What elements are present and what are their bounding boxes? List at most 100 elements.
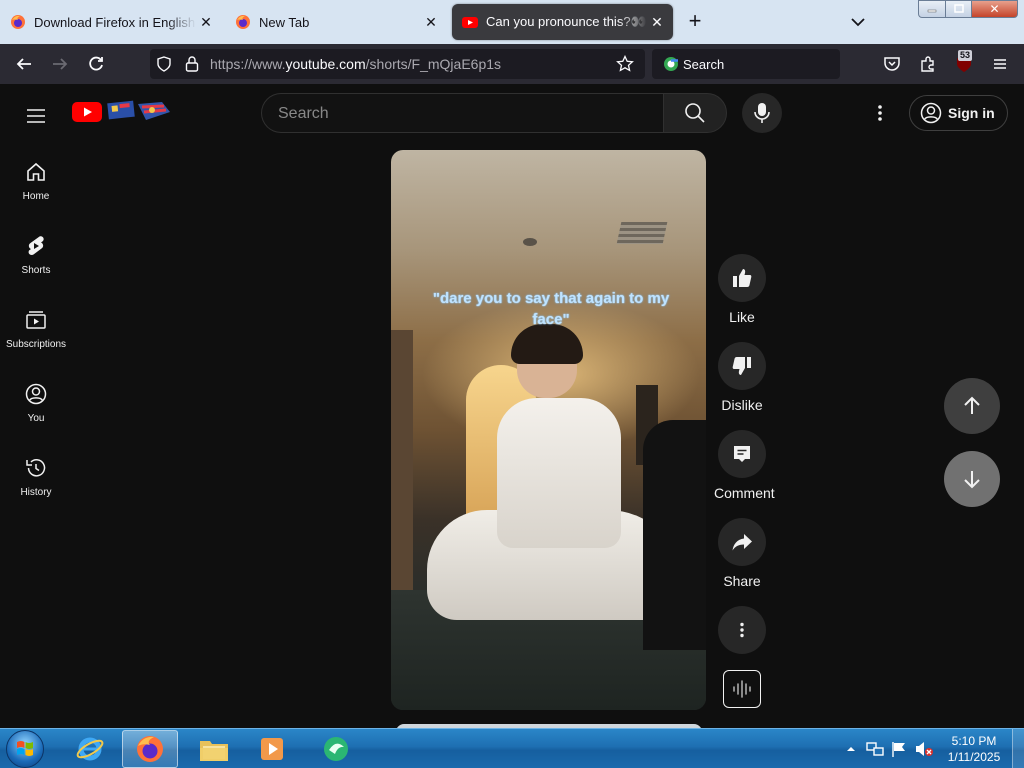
windows-taskbar: 5:10 PM 1/11/2025 [0, 728, 1024, 768]
pocket-icon [884, 57, 900, 71]
guide-item-shorts[interactable]: Shorts [0, 234, 72, 308]
taskbar-app[interactable] [308, 730, 364, 768]
browser-nav-bar: https://www.youtube.com/shorts/F_mQjaE6p… [0, 44, 1024, 84]
browser-search-bar[interactable]: Search [652, 49, 840, 79]
window-restore-button[interactable] [945, 0, 972, 18]
close-tab-icon[interactable]: ✕ [196, 14, 216, 31]
extensions-button[interactable] [916, 52, 940, 76]
comment-circle[interactable] [718, 430, 766, 478]
more-vert-icon [740, 622, 744, 638]
list-all-tabs-icon[interactable] [846, 10, 870, 34]
windows-logo-icon [17, 741, 33, 756]
search-bar-label: Search [683, 57, 725, 72]
account-circle-icon [920, 102, 942, 124]
voice-search-button[interactable] [742, 93, 782, 133]
guide-label: You [27, 413, 45, 424]
volume-muted-icon[interactable] [914, 740, 934, 758]
youtube-doodle-icon[interactable] [106, 98, 172, 124]
thumbs-down-icon [732, 357, 751, 375]
sound-button[interactable] [723, 670, 761, 708]
show-hidden-icons-icon[interactable] [846, 744, 856, 754]
window-close-button[interactable]: ✕ [971, 0, 1018, 18]
reload-icon [89, 56, 103, 71]
close-tab-icon[interactable]: ✕ [421, 14, 441, 31]
url-prefix: https://www. [210, 56, 286, 72]
you-icon [25, 383, 47, 405]
guide-item-home[interactable]: Home [0, 160, 72, 234]
video-scene-ceiling-light [523, 238, 537, 246]
clock-date: 1/11/2025 [947, 750, 1001, 764]
tab-youtube-short[interactable]: Can you pronounce this?👀 Th ✕ [452, 4, 673, 40]
guide-item-subscriptions[interactable]: Subscriptions [0, 308, 72, 382]
taskbar-media-player[interactable] [244, 730, 300, 768]
video-scene-person-shirt [497, 398, 621, 548]
tab-download-firefox[interactable]: Download Firefox in English (U ✕ [0, 4, 222, 40]
lock-icon[interactable] [184, 55, 200, 73]
reload-button[interactable] [84, 52, 108, 76]
previous-short-button[interactable] [944, 378, 1000, 434]
app-menu-button[interactable] [988, 52, 1012, 76]
bookmark-star-icon[interactable] [616, 55, 634, 73]
taskbar-internet-explorer[interactable] [62, 730, 118, 768]
comment-button[interactable]: Comment [714, 430, 775, 501]
forward-button[interactable] [48, 52, 72, 76]
taskbar-file-explorer[interactable] [186, 730, 242, 768]
arrow-right-icon [53, 58, 68, 70]
youtube-search-input[interactable]: Search [261, 93, 663, 133]
taskbar-firefox[interactable] [122, 730, 178, 768]
tab-title: New Tab [259, 14, 310, 30]
network-icon[interactable] [866, 740, 884, 758]
audio-waveform-icon [733, 680, 751, 698]
home-icon [27, 162, 45, 181]
youtube-search-button[interactable] [663, 93, 727, 133]
search-icon [685, 103, 705, 123]
tab-new-tab[interactable]: New Tab ✕ [225, 4, 447, 40]
menu-icon [994, 59, 1006, 69]
shield-icon[interactable] [156, 56, 172, 72]
extension-count-badge: 53 [958, 50, 973, 61]
taskbar-clock[interactable]: 5:10 PM 1/11/2025 [942, 733, 1006, 765]
guide-menu-icon[interactable] [24, 104, 48, 128]
guide-item-history[interactable]: History [0, 456, 72, 530]
next-short-button[interactable] [944, 451, 1000, 507]
show-desktop-button[interactable] [1012, 729, 1024, 768]
url-text[interactable]: https://www.youtube.com/shorts/F_mQjaE6p… [210, 56, 501, 72]
like-button[interactable]: Like [714, 254, 770, 325]
dislike-circle[interactable] [718, 342, 766, 390]
like-circle[interactable] [718, 254, 766, 302]
media-player-icon [261, 738, 283, 760]
screen: Download Firefox in English (U ✕ New Tab… [0, 0, 1024, 768]
more-actions-button[interactable] [714, 606, 770, 654]
guide-label: History [20, 487, 52, 498]
firefox-icon [11, 15, 25, 29]
shorts-video-player[interactable]: "dare you to say that again to my face" [391, 150, 706, 710]
browser-tab-strip: Download Firefox in English (U ✕ New Tab… [0, 0, 1024, 44]
like-label: Like [729, 309, 755, 325]
address-bar[interactable]: https://www.youtube.com/shorts/F_mQjaE6p… [150, 49, 645, 79]
more-actions-circle[interactable] [718, 606, 766, 654]
internet-explorer-icon [76, 737, 104, 761]
subscriptions-icon [26, 311, 46, 329]
sign-in-button[interactable]: Sign in [909, 95, 1008, 131]
close-tab-icon[interactable]: ✕ [647, 14, 667, 31]
comment-icon [734, 446, 750, 462]
action-center-flag-icon[interactable] [890, 740, 908, 758]
settings-menu-button[interactable] [868, 101, 892, 125]
back-button[interactable] [12, 52, 36, 76]
more-vert-icon [878, 105, 882, 121]
app-icon [324, 737, 348, 761]
new-tab-button[interactable]: + [683, 10, 707, 34]
dislike-button[interactable]: Dislike [714, 342, 770, 413]
start-button[interactable] [6, 730, 44, 768]
share-circle[interactable] [718, 518, 766, 566]
firefox-icon [236, 15, 250, 29]
share-button[interactable]: Share [714, 518, 770, 589]
file-explorer-icon [200, 741, 228, 761]
window-minimize-button[interactable] [918, 0, 946, 18]
pocket-button[interactable] [880, 52, 904, 76]
guide-item-you[interactable]: You [0, 382, 72, 456]
url-path: /shorts/F_mQjaE6p1s [365, 56, 502, 72]
share-label: Share [723, 573, 761, 589]
youtube-logo-icon[interactable] [72, 102, 102, 122]
guide-label: Subscriptions [5, 339, 67, 350]
